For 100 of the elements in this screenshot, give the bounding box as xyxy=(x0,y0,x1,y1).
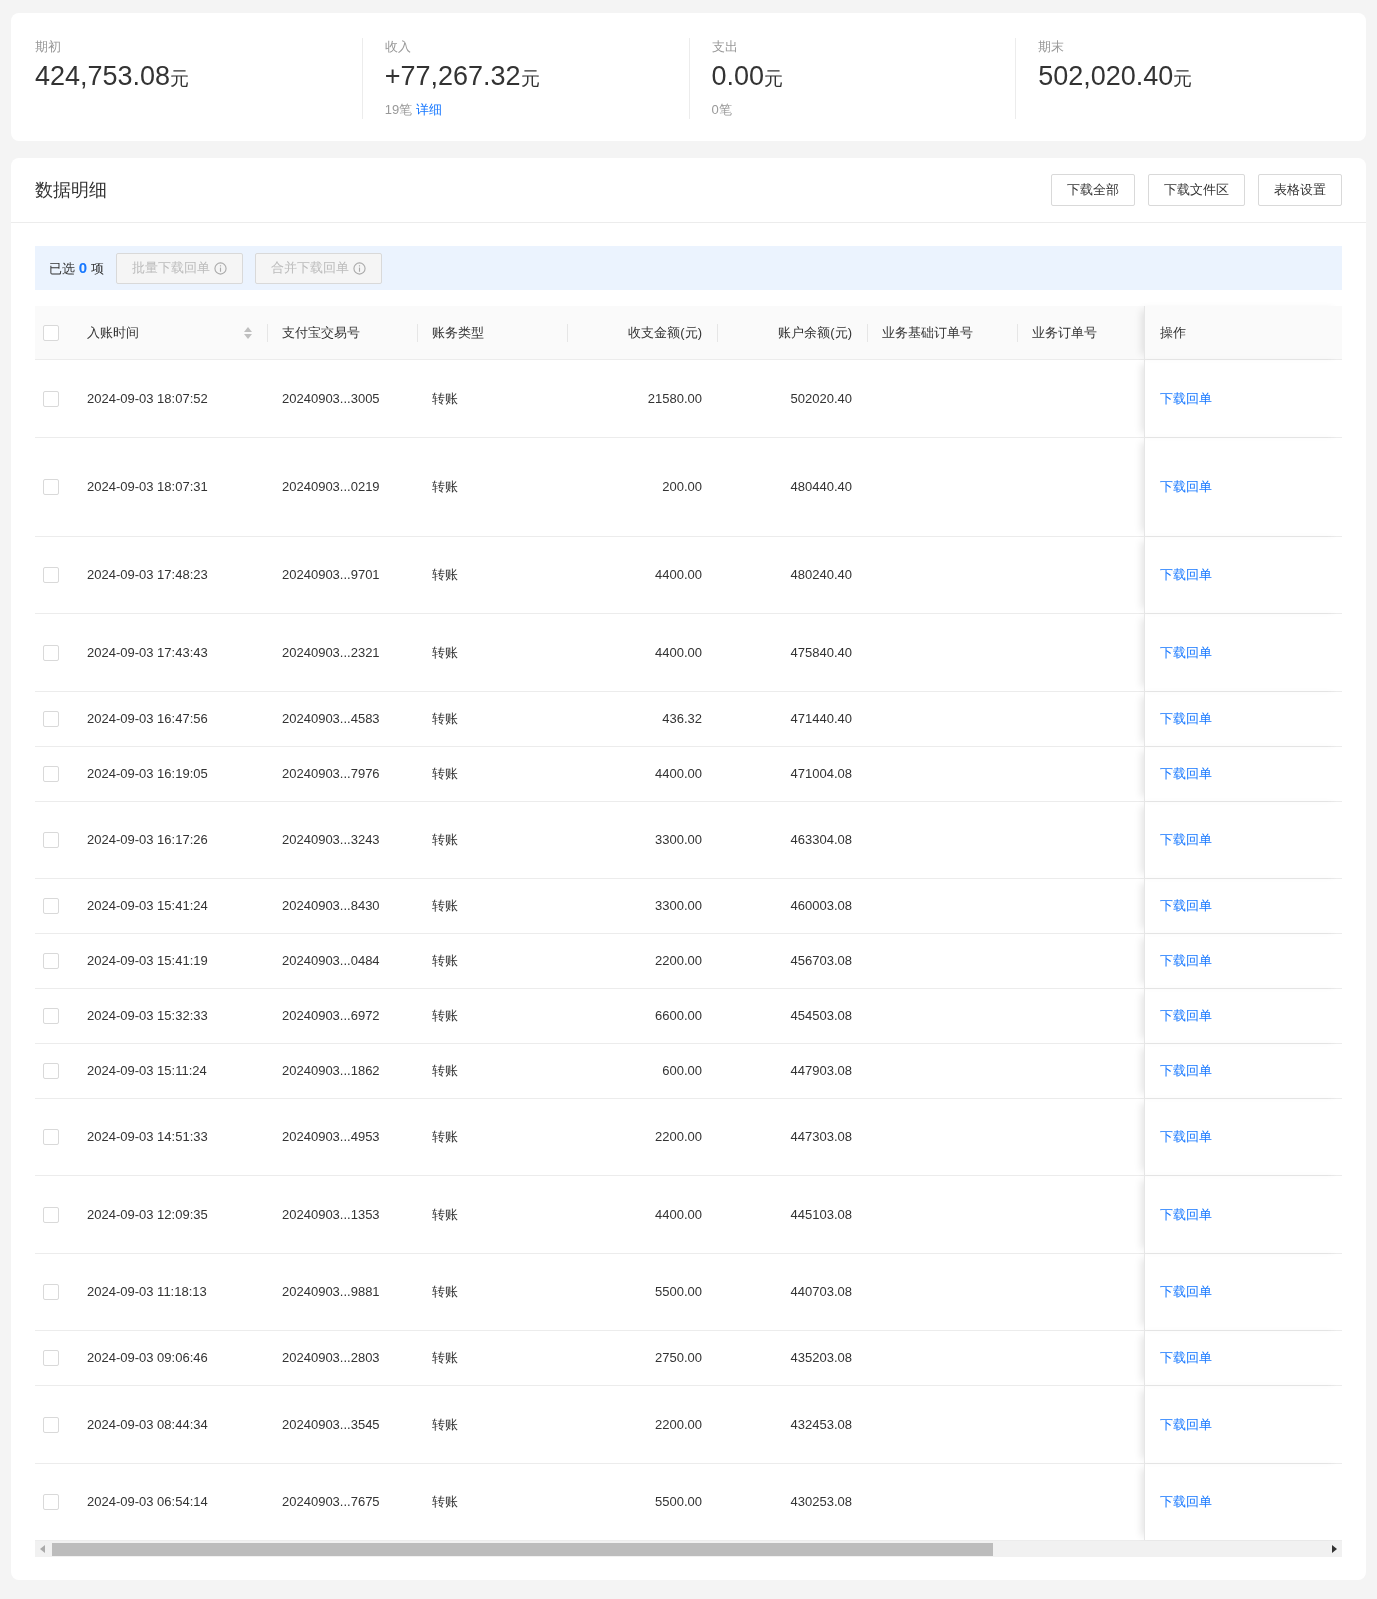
stat-label: 收入 xyxy=(384,38,412,56)
stat-amount: +77,267.32 xyxy=(384,60,521,92)
row-checkbox[interactable] xyxy=(43,1350,59,1366)
download-receipt-link[interactable]: 下载回单 xyxy=(1160,1006,1212,1026)
row-checkbox[interactable] xyxy=(43,390,59,407)
table-cell-text: 20240903...3243 xyxy=(282,831,380,850)
table-cell-text: 21580.00 xyxy=(647,389,702,408)
table-cell-text: 430253.08 xyxy=(790,1493,852,1512)
table-cell-text: 20240903...7675 xyxy=(282,1493,380,1512)
column-header: 业务订单号 xyxy=(1032,323,1097,342)
info-icon xyxy=(213,261,227,275)
row-checkbox[interactable] xyxy=(43,324,59,341)
table-cell-text: 5500.00 xyxy=(655,1283,702,1302)
toolbar-button[interactable]: 下载文件区 xyxy=(1148,174,1245,206)
download-receipt-link[interactable]: 下载回单 xyxy=(1160,1127,1212,1147)
row-checkbox[interactable] xyxy=(43,1129,59,1145)
detail-link[interactable]: 详细 xyxy=(416,99,443,119)
download-receipt-link[interactable]: 下载回单 xyxy=(1160,830,1212,850)
row-checkbox[interactable] xyxy=(43,644,59,661)
table-cell-text: 475840.40 xyxy=(790,643,852,662)
download-receipt-link[interactable]: 下载回单 xyxy=(1160,642,1212,663)
row-checkbox[interactable] xyxy=(43,567,59,583)
table-cell-text: 447903.08 xyxy=(790,1062,852,1081)
table-cell-text: 2200.00 xyxy=(655,952,702,971)
table-cell-text: 2024-09-03 17:48:23 xyxy=(87,566,208,585)
toolbar-button[interactable]: 下载全部 xyxy=(1051,174,1135,206)
table-cell-text: 转账 xyxy=(432,1205,458,1224)
table-cell-text: 转账 xyxy=(432,1415,458,1434)
table-cell-text: 456703.08 xyxy=(790,952,852,971)
transaction-count: 0笔 xyxy=(711,100,732,119)
download-receipt-link[interactable]: 下载回单 xyxy=(1160,1348,1212,1368)
table-cell-text: 20240903...3545 xyxy=(282,1415,380,1434)
download-receipt-link[interactable]: 下载回单 xyxy=(1160,1204,1212,1225)
table-cell-text: 502020.40 xyxy=(790,389,852,408)
download-receipt-link[interactable]: 下载回单 xyxy=(1160,896,1212,916)
download-receipt-link[interactable]: 下载回单 xyxy=(1160,764,1212,784)
table-cell-text: 480240.40 xyxy=(790,566,852,585)
row-checkbox[interactable] xyxy=(43,1494,59,1510)
table-cell-text: 20240903...7976 xyxy=(282,765,380,784)
download-receipt-link[interactable]: 下载回单 xyxy=(1160,709,1212,729)
download-receipt-link[interactable]: 下载回单 xyxy=(1160,477,1212,497)
table-cell-text: 2024-09-03 16:47:56 xyxy=(87,710,208,729)
table-cell-text: 转账 xyxy=(432,710,458,729)
scroll-right-icon[interactable] xyxy=(1331,1545,1337,1553)
toolbar-button[interactable]: 表格设置 xyxy=(1258,174,1342,206)
row-checkbox[interactable] xyxy=(43,1416,59,1433)
table-cell-text: 2750.00 xyxy=(655,1349,702,1368)
download-receipt-link[interactable]: 下载回单 xyxy=(1160,1414,1212,1435)
row-checkbox[interactable] xyxy=(43,711,59,727)
sort-icon[interactable] xyxy=(244,326,252,339)
scroll-left-icon[interactable] xyxy=(40,1545,46,1553)
table-cell-text: 20240903...2803 xyxy=(282,1349,380,1368)
download-receipt-link[interactable]: 下载回单 xyxy=(1160,1492,1212,1512)
table-cell-text: 转账 xyxy=(432,765,458,784)
column-header: 收支金额(元) xyxy=(628,323,702,342)
download-receipt-link[interactable]: 下载回单 xyxy=(1160,1282,1212,1302)
table-cell-text: 转账 xyxy=(432,952,458,971)
column-header: 业务基础订单号 xyxy=(882,323,973,342)
unit-label: 元 xyxy=(520,67,540,91)
download-receipt-link[interactable]: 下载回单 xyxy=(1160,388,1212,409)
panel-title: 数据明细 xyxy=(35,178,107,202)
row-checkbox[interactable] xyxy=(43,766,59,782)
table-cell-text: 转账 xyxy=(432,1128,458,1147)
table-cell-text: 转账 xyxy=(432,1349,458,1368)
table-cell-text: 转账 xyxy=(432,831,458,850)
table-cell-text: 20240903...4583 xyxy=(282,710,380,729)
table-cell-text: 转账 xyxy=(432,478,458,497)
table-cell-text: 4400.00 xyxy=(655,643,702,662)
info-icon xyxy=(352,261,366,275)
table-cell-text: 2024-09-03 09:06:46 xyxy=(87,1349,208,1368)
row-checkbox[interactable] xyxy=(43,1008,59,1024)
table-cell-text: 463304.08 xyxy=(790,831,852,850)
column-header: 支付宝交易号 xyxy=(282,323,360,342)
row-checkbox[interactable] xyxy=(43,479,59,495)
table-cell-text: 2024-09-03 18:07:52 xyxy=(87,389,208,408)
table-cell-text: 454503.08 xyxy=(790,1007,852,1026)
table-cell-text: 2024-09-03 06:54:14 xyxy=(87,1493,208,1512)
stat-label: 期末 xyxy=(1038,38,1066,56)
download-receipt-link[interactable]: 下载回单 xyxy=(1160,565,1212,585)
table-cell-text: 435203.08 xyxy=(790,1349,852,1368)
row-checkbox[interactable] xyxy=(43,1063,59,1079)
horizontal-scrollbar[interactable] xyxy=(35,1541,1342,1557)
stat-amount: 502,020.40 xyxy=(1038,60,1174,92)
table-cell-text: 20240903...9881 xyxy=(282,1283,380,1302)
table-cell-text: 20240903...8430 xyxy=(282,897,380,916)
table-cell-text: 5500.00 xyxy=(655,1493,702,1512)
table-cell-text: 转账 xyxy=(432,1493,458,1512)
table-cell-text: 20240903...4953 xyxy=(282,1128,380,1147)
row-checkbox[interactable] xyxy=(43,1206,59,1223)
download-receipt-link[interactable]: 下载回单 xyxy=(1160,951,1212,971)
row-checkbox[interactable] xyxy=(43,898,59,914)
table-cell-text: 20240903...6972 xyxy=(282,1007,380,1026)
table-cell-text: 471004.08 xyxy=(790,765,852,784)
row-checkbox[interactable] xyxy=(43,1284,59,1300)
scrollbar-thumb[interactable] xyxy=(52,1542,993,1556)
unit-label: 元 xyxy=(764,67,784,91)
row-checkbox[interactable] xyxy=(43,832,59,848)
download-receipt-link[interactable]: 下载回单 xyxy=(1160,1061,1212,1081)
row-checkbox[interactable] xyxy=(43,953,59,969)
table-cell-text: 2024-09-03 12:09:35 xyxy=(87,1205,208,1224)
